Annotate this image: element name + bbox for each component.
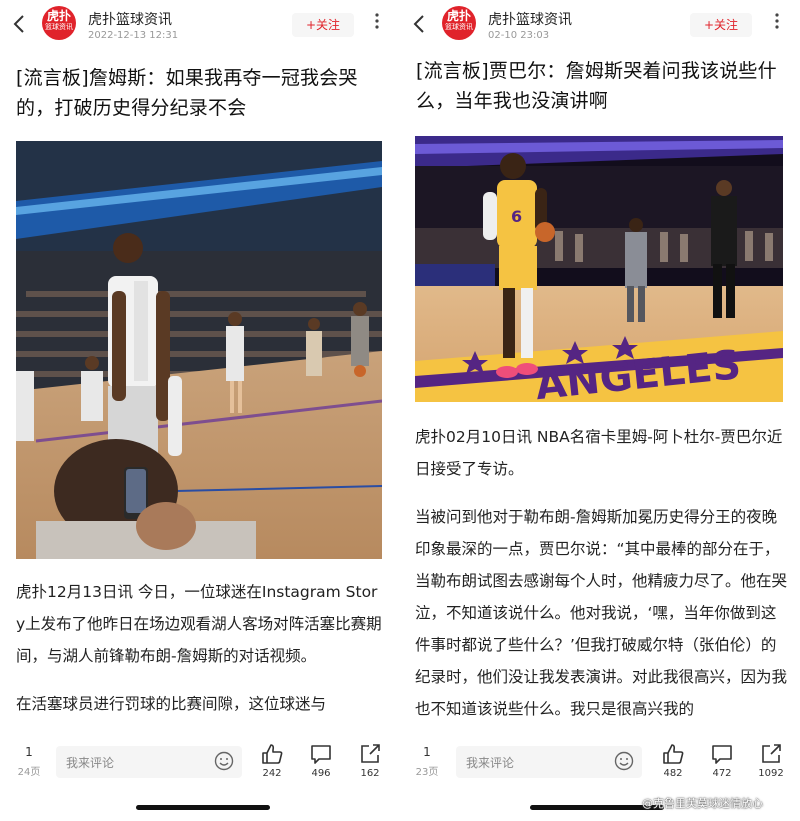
page-indicator[interactable]: 1 24页	[12, 745, 46, 778]
comment-count: 472	[712, 768, 732, 779]
like-count: 242	[262, 768, 282, 779]
comment-bubble-icon	[311, 745, 331, 764]
home-indicator[interactable]	[136, 805, 270, 810]
publish-date: 2022-12-13 12:31	[88, 30, 179, 41]
bottom-action-bar: 1 23页 我来评论 482 472 1092	[400, 735, 800, 795]
article-title: [流言板]贾巴尔：詹姆斯哭着问我该说些什么，当年我也没演讲啊	[416, 60, 777, 112]
article-photo[interactable]: ANGELES 6	[415, 136, 783, 402]
page-total: 23页	[415, 767, 439, 778]
article-paragraph: 虎扑12月13日讯 今日，一位球迷在Instagram Story上发布了他昨日…	[16, 583, 382, 665]
thumbs-up-icon	[262, 744, 283, 764]
comment-input[interactable]: 我来评论	[456, 746, 642, 778]
comment-placeholder: 我来评论	[466, 756, 515, 770]
page-current: 1	[25, 745, 33, 759]
article-photo[interactable]	[16, 141, 382, 559]
comment-placeholder: 我来评论	[66, 756, 115, 770]
publish-date: 02-10 23:03	[488, 30, 550, 41]
article-body: 虎扑12月13日讯 今日，一位球迷在Instagram Story上发布了他昨日…	[16, 576, 384, 736]
follow-button[interactable]: +关注	[690, 13, 752, 37]
share-button[interactable]: 162	[353, 743, 387, 779]
page-current: 1	[423, 745, 431, 759]
top-bar: 虎扑 篮球资讯 虎扑篮球资讯 02-10 23:03 +关注	[400, 0, 800, 48]
more-menu-icon[interactable]	[772, 12, 782, 36]
top-bar: 虎扑 篮球资讯 虎扑篮球资讯 2022-12-13 12:31 +关注	[0, 0, 400, 48]
left-article-screen: 虎扑 篮球资讯 虎扑篮球资讯 2022-12-13 12:31 +关注 [流言板]…	[0, 0, 400, 821]
comment-button[interactable]: 496	[304, 743, 338, 779]
like-count: 482	[663, 768, 683, 779]
article-body: 虎扑02月10日讯 NBA名宿卡里姆-阿卜杜尔-贾巴尔近日接受了专访。 当被问到…	[415, 421, 787, 741]
more-menu-icon[interactable]	[372, 12, 382, 36]
article-paragraph: 当被问到他对于勒布朗-詹姆斯加冕历史得分王的夜晚印象最深的一点，贾巴尔说：“其中…	[415, 508, 788, 718]
article-title: [流言板]詹姆斯：如果我再夺一冠我会哭的，打破历史得分纪录不会	[16, 67, 358, 119]
share-icon	[762, 744, 781, 763]
author-name[interactable]: 虎扑篮球资讯	[88, 9, 172, 29]
share-count: 1092	[758, 768, 784, 779]
follow-button[interactable]: +关注	[292, 13, 354, 37]
right-article-screen: 虎扑 篮球资讯 虎扑篮球资讯 02-10 23:03 +关注 [流言板]贾巴尔：詹…	[400, 0, 800, 821]
emoji-icon[interactable]	[214, 751, 234, 771]
share-button[interactable]: 1092	[754, 743, 788, 779]
comment-button[interactable]: 472	[705, 743, 739, 779]
page-indicator[interactable]: 1 23页	[410, 745, 444, 778]
like-button[interactable]: 242	[255, 743, 289, 779]
like-button[interactable]: 482	[656, 743, 690, 779]
article-paragraph: 虎扑02月10日讯 NBA名宿卡里姆-阿卜杜尔-贾巴尔近日接受了专访。	[415, 428, 783, 478]
comment-input[interactable]: 我来评论	[56, 746, 242, 778]
back-arrow-icon[interactable]	[12, 14, 30, 34]
author-avatar[interactable]: 虎扑 篮球资讯	[442, 6, 476, 40]
watermark: @克鲁里芙莫球迷情放心	[642, 797, 763, 810]
thumbs-up-icon	[663, 744, 684, 764]
page-total: 24页	[17, 767, 41, 778]
author-name[interactable]: 虎扑篮球资讯	[488, 9, 572, 29]
emoji-icon[interactable]	[614, 751, 634, 771]
jersey-number: 6	[511, 207, 522, 226]
share-icon	[361, 744, 380, 763]
bottom-action-bar: 1 24页 我来评论 242 496 162	[0, 735, 400, 795]
author-avatar[interactable]: 虎扑 篮球资讯	[42, 6, 76, 40]
back-arrow-icon[interactable]	[412, 14, 430, 34]
comment-count: 496	[311, 768, 331, 779]
article-paragraph: 在活塞球员进行罚球的比赛间隙，这位球迷与	[16, 695, 327, 713]
share-count: 162	[360, 768, 380, 779]
comment-bubble-icon	[712, 745, 732, 764]
